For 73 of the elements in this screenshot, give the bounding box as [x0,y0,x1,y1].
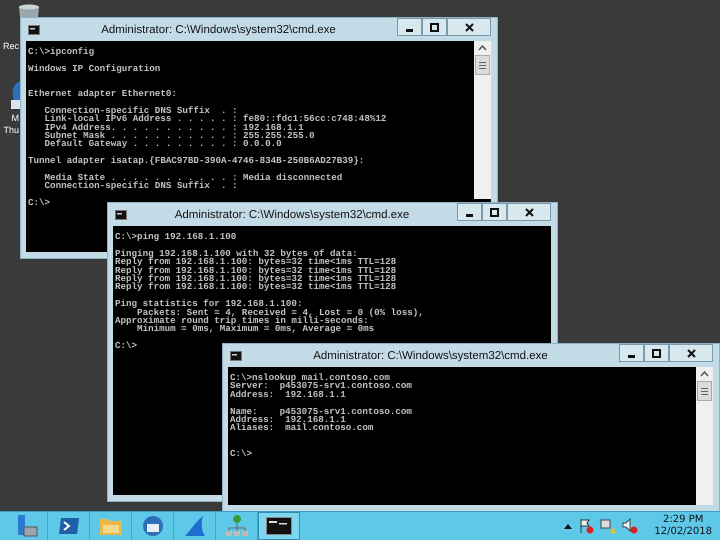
flag-icon[interactable] [578,518,594,534]
console-line: Minimum = 0ms, Maximum = 0ms, Average = 0ms [137,325,376,334]
console-line: Reply from 192.168.1.100: bytes=32 time<1ms TTL=128 [115,275,398,284]
fin-icon [182,514,206,538]
minimize-button[interactable] [457,203,482,221]
console-line: Address: 192.168.1.1 [230,416,346,424]
window-title: Administrator: C:\Windows\system32\cmd.exe [312,350,549,362]
maximize-button[interactable] [422,18,447,36]
console-line: Aliases: mail.contoso.com [230,424,374,433]
close-icon [464,22,474,32]
shell-icon [56,515,80,537]
scrollbar[interactable] [474,41,491,199]
speaker-muted-icon[interactable] [622,518,638,534]
console-line: Link-local IPv6 Address . . . . . : fe80::fdc1:56cc:c748:48%12 [44,115,388,124]
console-line: Subnet Mask . . . . . . . . . . . : 255.255.255.0 [44,132,316,140]
console-line: Server: p453075-srv1.contoso.com [230,382,413,391]
console-icon [230,350,242,360]
window-title: Administrator: C:\Windows\system32\cmd.exe [174,208,410,220]
console-line: Media State . . . . . . . . . . . : Media disconnected [44,174,344,182]
console-line: Ping statistics for 192.168.1.100: [115,300,302,309]
console-line: Windows IP Configuration [28,64,162,74]
console-line: C:\>ipconfig [28,48,96,56]
minimize-button[interactable] [619,344,644,362]
console-icon [115,210,127,220]
console-line: Ethernet adapter Ethernet0: [28,90,178,98]
maximize-button[interactable] [644,344,669,362]
console-line: IPv4 Address. . . . . . . . . . . : 192.168.1.1 [44,124,304,132]
close-button[interactable] [507,203,551,221]
maximize-button[interactable] [482,203,507,221]
console-line: Packets: Sent = 4, Received = 4, Lost = 0 (0% loss), [137,308,425,318]
close-icon [524,208,534,216]
maximize-icon [430,22,439,32]
window-title: Administrator: C:\Windows\system32\cmd.exe [100,24,337,36]
console-line: C:\> [115,342,138,351]
clock-date[interactable]: 12/02/2018 [654,526,712,538]
console-line: Reply from 192.168.1.100: bytes=32 time<1ms TTL=128 [115,266,398,276]
minimize-button[interactable] [397,18,422,36]
network-warning-icon[interactable] [600,518,616,534]
close-button[interactable] [669,344,713,362]
recycle-bin-icon[interactable] [18,4,40,17]
minimize-icon [406,28,413,32]
console-line: Pinging 192.168.1.100 with 32 bytes of data: [115,250,358,258]
minimize-icon [628,354,635,358]
console-icon [28,24,40,34]
console-line: Default Gateway . . . . . . . . . : 0.0.0.0 [44,140,282,149]
network-icon [224,514,248,538]
show-hidden-icon[interactable] [564,523,572,529]
console-line: C:\> [230,450,254,458]
console-line: C:\> [28,199,52,208]
taskbar-button[interactable] [258,512,300,540]
close-icon [686,348,696,358]
desktop-icon-label: M [12,112,19,124]
console-line: Approximate round trip times in milli-seconds: [115,317,369,326]
console-line: Connection-specific DNS Suffix . : [44,182,239,191]
close-button[interactable] [447,18,491,36]
scrollbar-thumb[interactable] [475,55,490,75]
console-line: Name: p453075-srv1.contoso.com [230,408,413,416]
clock-time[interactable]: 2:29 PM [663,514,704,526]
scrollbar-thumb[interactable] [697,381,712,401]
scrollbar[interactable] [696,367,713,505]
maximize-icon [490,208,499,216]
console-line: Tunnel adapter isatap.{FBAC97BD-390A-4746-834B-250B6AD27B39}: [28,157,366,166]
console-line: Address: 192.168.1.1 [230,390,346,400]
console-line: Reply from 192.168.1.100: bytes=32 time<1ms TTL=128 [115,258,398,267]
desktop-icon-label: Rec [2,40,19,52]
minimize-icon [466,214,473,216]
console-line: Reply from 192.168.1.100: bytes=32 time<1ms TTL=128 [115,283,398,292]
maximize-icon [652,348,661,358]
console-icon [266,517,292,535]
console-line: Connection-specific DNS Suffix . : [44,106,239,116]
console-line: C:\>nslookup mail.contoso.com [230,374,390,382]
desktop-icon-label: Thu [3,124,19,136]
console-line: C:\>ping 192.168.1.100 [115,233,238,242]
